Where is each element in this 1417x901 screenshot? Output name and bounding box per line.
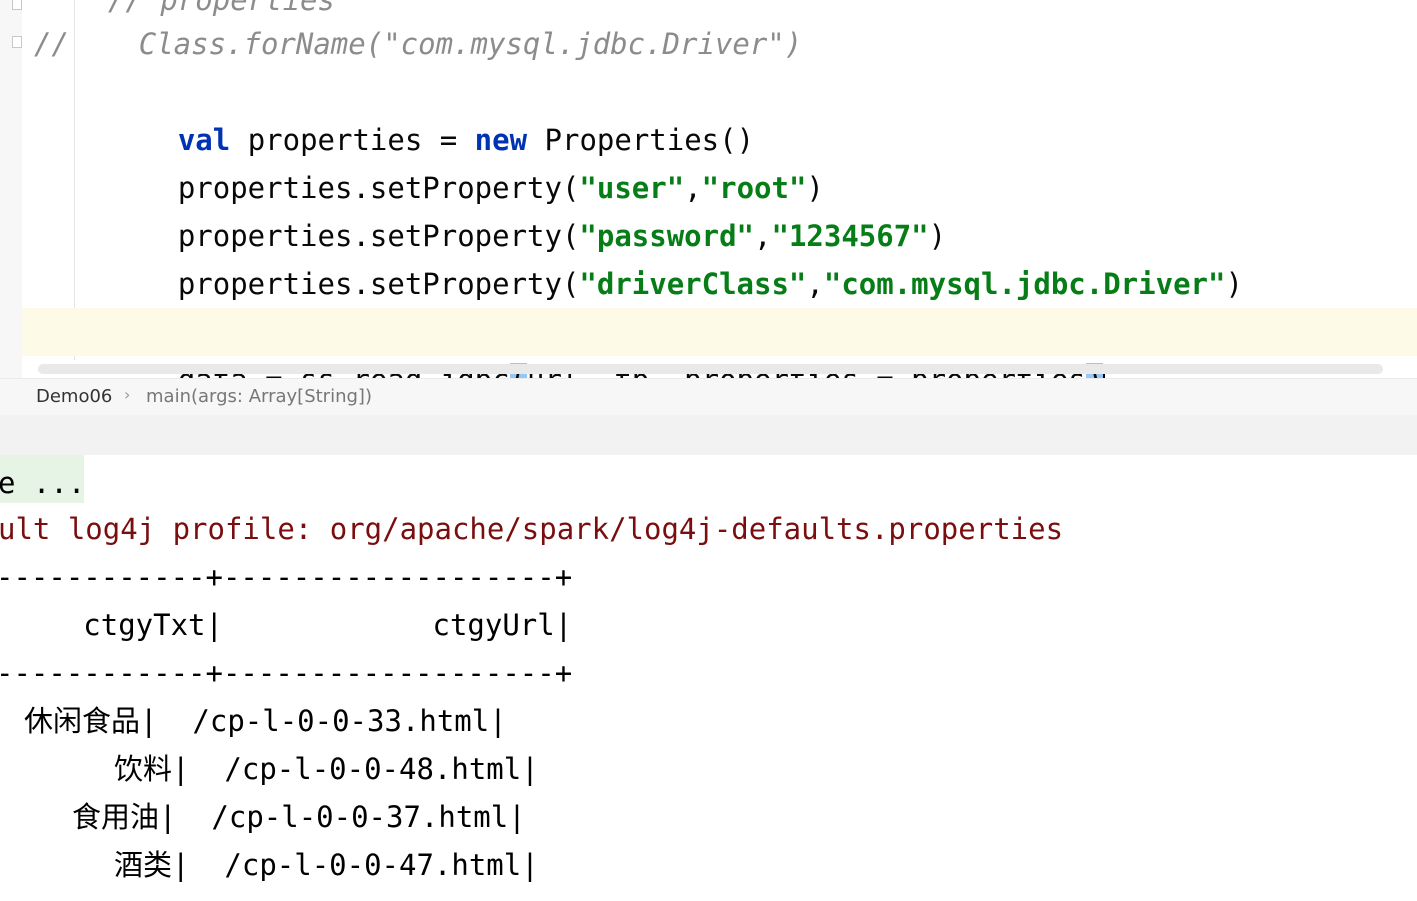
row-ctgyurl: /cp-l-0-0-33.html (192, 704, 490, 738)
table-header-line: ctgyTxt| ctgyUrl| (0, 608, 573, 642)
table-border-line: ------------+-------------------+ (0, 656, 573, 690)
code-line-set-password[interactable]: properties.setProperty("password","12345… (108, 164, 946, 253)
row-ctgytxt: 饮料 (114, 752, 173, 786)
breadcrumb-item-main[interactable]: main(args: Array[String]) (146, 386, 372, 407)
console-log-line: ult log4j profile: org/apache/spark/log4… (0, 512, 1064, 546)
code-line-set-user[interactable]: properties.setProperty("user","root") (108, 116, 824, 205)
editor-gutter[interactable] (0, 0, 22, 378)
string-literal: "driverClass" (579, 267, 807, 301)
table-row: 酒类| /cp-l-0-0-47.html| (114, 848, 539, 882)
row-ctgyurl: /cp-l-0-0-48.html (224, 752, 522, 786)
string-literal: "com.mysql.jdbc.Driver" (823, 267, 1226, 301)
table-row: 饮料| /cp-l-0-0-48.html| (114, 752, 539, 786)
row-ctgyurl: /cp-l-0-0-47.html (224, 848, 522, 882)
horizontal-scrollbar[interactable] (38, 364, 1383, 374)
table-border-line: ------------+-------------------+ (0, 560, 573, 594)
code-editor[interactable]: // properties // Class.forName("com.mysq… (0, 0, 1417, 378)
code-text: properties.setProperty( (177, 267, 580, 301)
breadcrumb: Demo06 › main(args: Array[String]) (0, 378, 1417, 416)
fold-marker-icon[interactable] (12, 36, 22, 48)
table-row: 食用油| /cp-l-0-0-37.html| (72, 800, 526, 834)
console-line: e ... (0, 466, 86, 500)
row-ctgytxt: 休闲食品 (24, 704, 141, 738)
code-line-set-driver[interactable]: properties.setProperty("driverClass","co… (108, 212, 1243, 301)
table-row: 休闲食品| /cp-l-0-0-33.html| (24, 704, 507, 738)
row-ctgytxt: 酒类 (114, 848, 173, 882)
code-line-read-jdbc[interactable]: data = ss.read.jdbc(url, tb, properties … (108, 308, 1106, 378)
run-console-output[interactable]: e ... ult log4j profile: org/apache/spar… (0, 455, 1417, 901)
row-ctgytxt: 食用油 (72, 800, 160, 834)
code-line-comment-forname[interactable]: // Class.forName("com.mysql.jdbc.Driver"… (34, 20, 802, 68)
code-text: ) (1225, 267, 1243, 301)
fold-marker-icon[interactable] (12, 0, 22, 10)
panel-divider[interactable] (0, 415, 1417, 455)
chevron-right-icon: › (124, 385, 131, 404)
code-text: , (806, 267, 824, 301)
row-ctgyurl: /cp-l-0-0-37.html (211, 800, 509, 834)
code-line-val-properties[interactable]: val properties = new Properties() (108, 68, 754, 157)
breadcrumb-item-demo06[interactable]: Demo06 (36, 386, 112, 407)
